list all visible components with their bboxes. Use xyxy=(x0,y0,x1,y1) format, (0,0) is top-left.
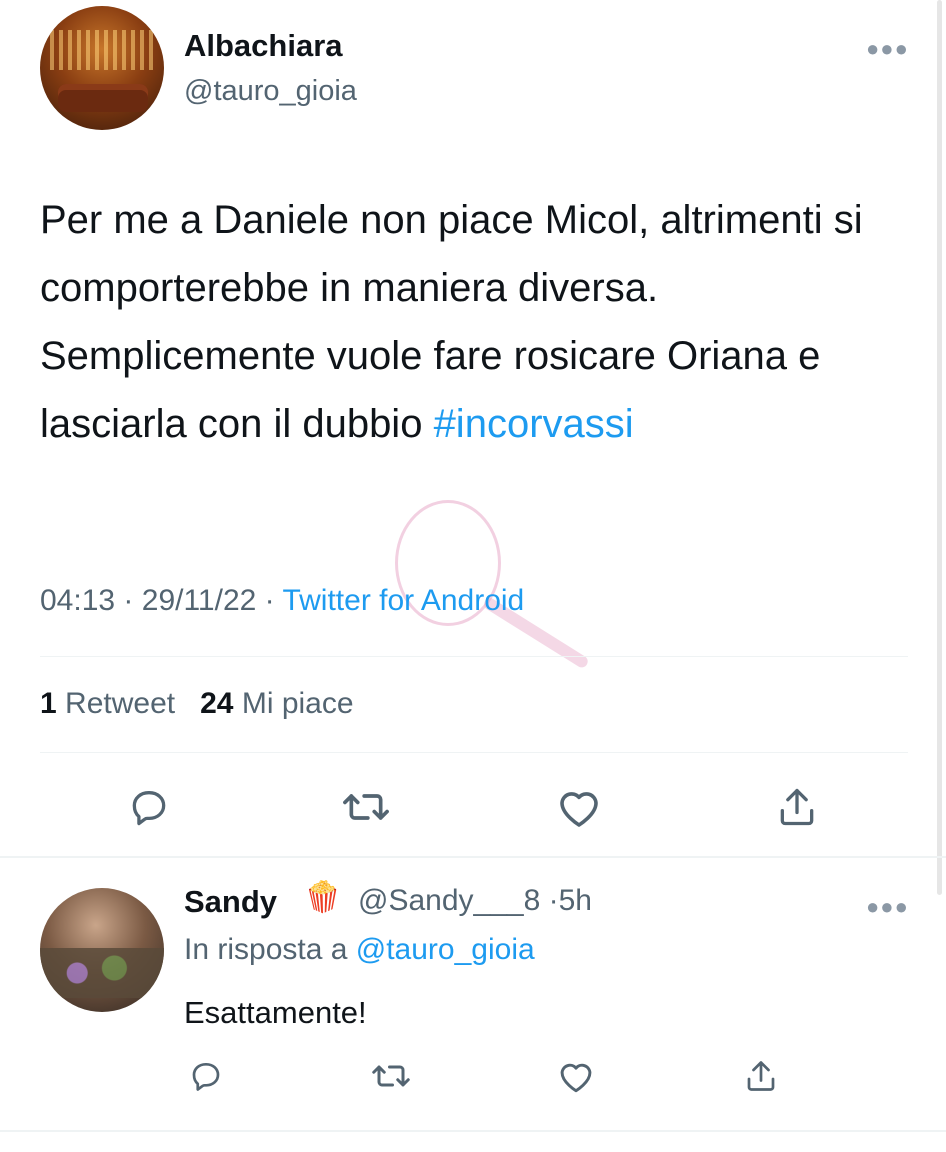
retweet-icon xyxy=(372,1065,410,1087)
reply-handle-text: @Sandy___8 xyxy=(358,884,541,917)
share-icon xyxy=(780,788,814,826)
heart-icon xyxy=(560,792,598,827)
retweet-icon xyxy=(343,794,389,820)
reply-author-avatar[interactable] xyxy=(40,888,164,1012)
meta-separator: · xyxy=(264,584,275,617)
reply-bubble-icon xyxy=(132,791,166,826)
more-options-icon[interactable]: ●●● xyxy=(866,38,909,60)
reply-text: Esattamente! xyxy=(184,995,367,1030)
tweet-separator xyxy=(0,1130,946,1132)
reply-share-button[interactable] xyxy=(741,1056,781,1096)
scrollbar[interactable] xyxy=(937,0,942,895)
hashtag-link[interactable]: #incorvassi xyxy=(434,402,634,446)
popcorn-icon: 🍿 xyxy=(304,881,342,914)
share-icon xyxy=(747,1061,775,1091)
reply-button[interactable] xyxy=(124,783,174,831)
reply-bubble-icon xyxy=(192,1062,220,1091)
in-reply-to-mention[interactable]: @tauro_gioia xyxy=(356,933,535,966)
retweet-count: 1 xyxy=(40,687,57,720)
reply-more-options-icon[interactable]: ●●● xyxy=(866,896,909,918)
likes-stat[interactable]: 24 Mi piace xyxy=(200,687,353,720)
like-label: Mi piace xyxy=(241,687,354,720)
reply-like-button[interactable] xyxy=(555,1056,597,1096)
tweet-source-link[interactable]: Twitter for Android xyxy=(282,584,524,617)
in-reply-to: In risposta a @tauro_gioia xyxy=(184,933,535,967)
reply-retweet-button[interactable] xyxy=(368,1056,414,1096)
reply-reply-button[interactable] xyxy=(185,1056,227,1096)
reply-author-handle[interactable]: @Sandy___8 ·5h xyxy=(358,884,592,918)
like-count: 24 xyxy=(200,687,234,720)
retweet-label: Retweet xyxy=(65,687,176,720)
meta-separator: · xyxy=(123,584,134,617)
tweet-metadata: 04:13 · 29/11/22 · Twitter for Android xyxy=(40,584,524,618)
tweet-date[interactable]: 29/11/22 xyxy=(142,584,257,617)
avatar-sofa-decor xyxy=(58,84,148,112)
share-button[interactable] xyxy=(773,783,821,831)
heart-icon xyxy=(560,1063,592,1093)
avatar-lights-decor xyxy=(50,30,154,70)
like-button[interactable] xyxy=(553,783,605,831)
divider xyxy=(40,752,908,753)
avatar-flowers-decor xyxy=(40,948,164,998)
author-handle[interactable]: @tauro_gioia xyxy=(184,75,357,108)
author-avatar[interactable] xyxy=(40,6,164,130)
retweets-stat[interactable]: 1 Retweet xyxy=(40,687,175,720)
tweet-text: Per me a Daniele non piace Micol, altrim… xyxy=(40,186,910,458)
divider xyxy=(40,656,908,657)
reply-age: 5h xyxy=(558,884,592,917)
tweet-time[interactable]: 04:13 xyxy=(40,584,115,617)
tweet-separator xyxy=(0,856,946,858)
retweet-button[interactable] xyxy=(338,783,394,831)
reply-separator: · xyxy=(548,884,559,917)
tweet-stats: 1 Retweet 24 Mi piace xyxy=(40,687,354,721)
reply-author-name[interactable]: Sandy xyxy=(184,884,277,920)
author-name[interactable]: Albachiara xyxy=(184,28,343,64)
in-reply-to-label: In risposta a xyxy=(184,933,348,966)
